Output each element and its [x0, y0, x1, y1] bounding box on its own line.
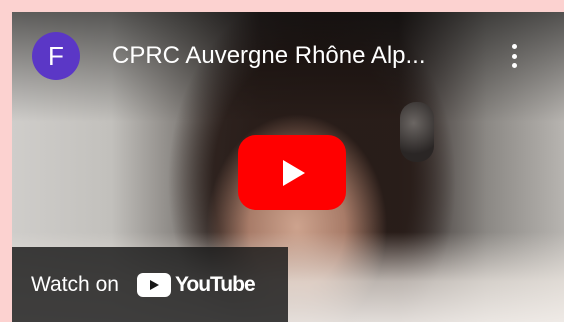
avatar-letter: F — [48, 40, 64, 71]
youtube-play-icon — [136, 272, 171, 297]
channel-avatar[interactable]: F — [32, 32, 80, 80]
video-embed[interactable]: F CPRC Auvergne Rhône Alp... Watch on Yo… — [12, 12, 564, 322]
watch-on-label: Watch on — [31, 272, 119, 296]
headset-earpiece — [400, 102, 434, 162]
youtube-wordmark: YouTube — [174, 272, 256, 296]
play-button[interactable] — [238, 135, 346, 210]
play-icon — [283, 159, 305, 186]
more-vert-icon[interactable] — [504, 38, 524, 74]
watch-on-youtube-button[interactable]: Watch on YouTube — [12, 247, 288, 322]
youtube-logo: YouTube — [136, 272, 256, 297]
video-title[interactable]: CPRC Auvergne Rhône Alp... — [112, 42, 492, 70]
